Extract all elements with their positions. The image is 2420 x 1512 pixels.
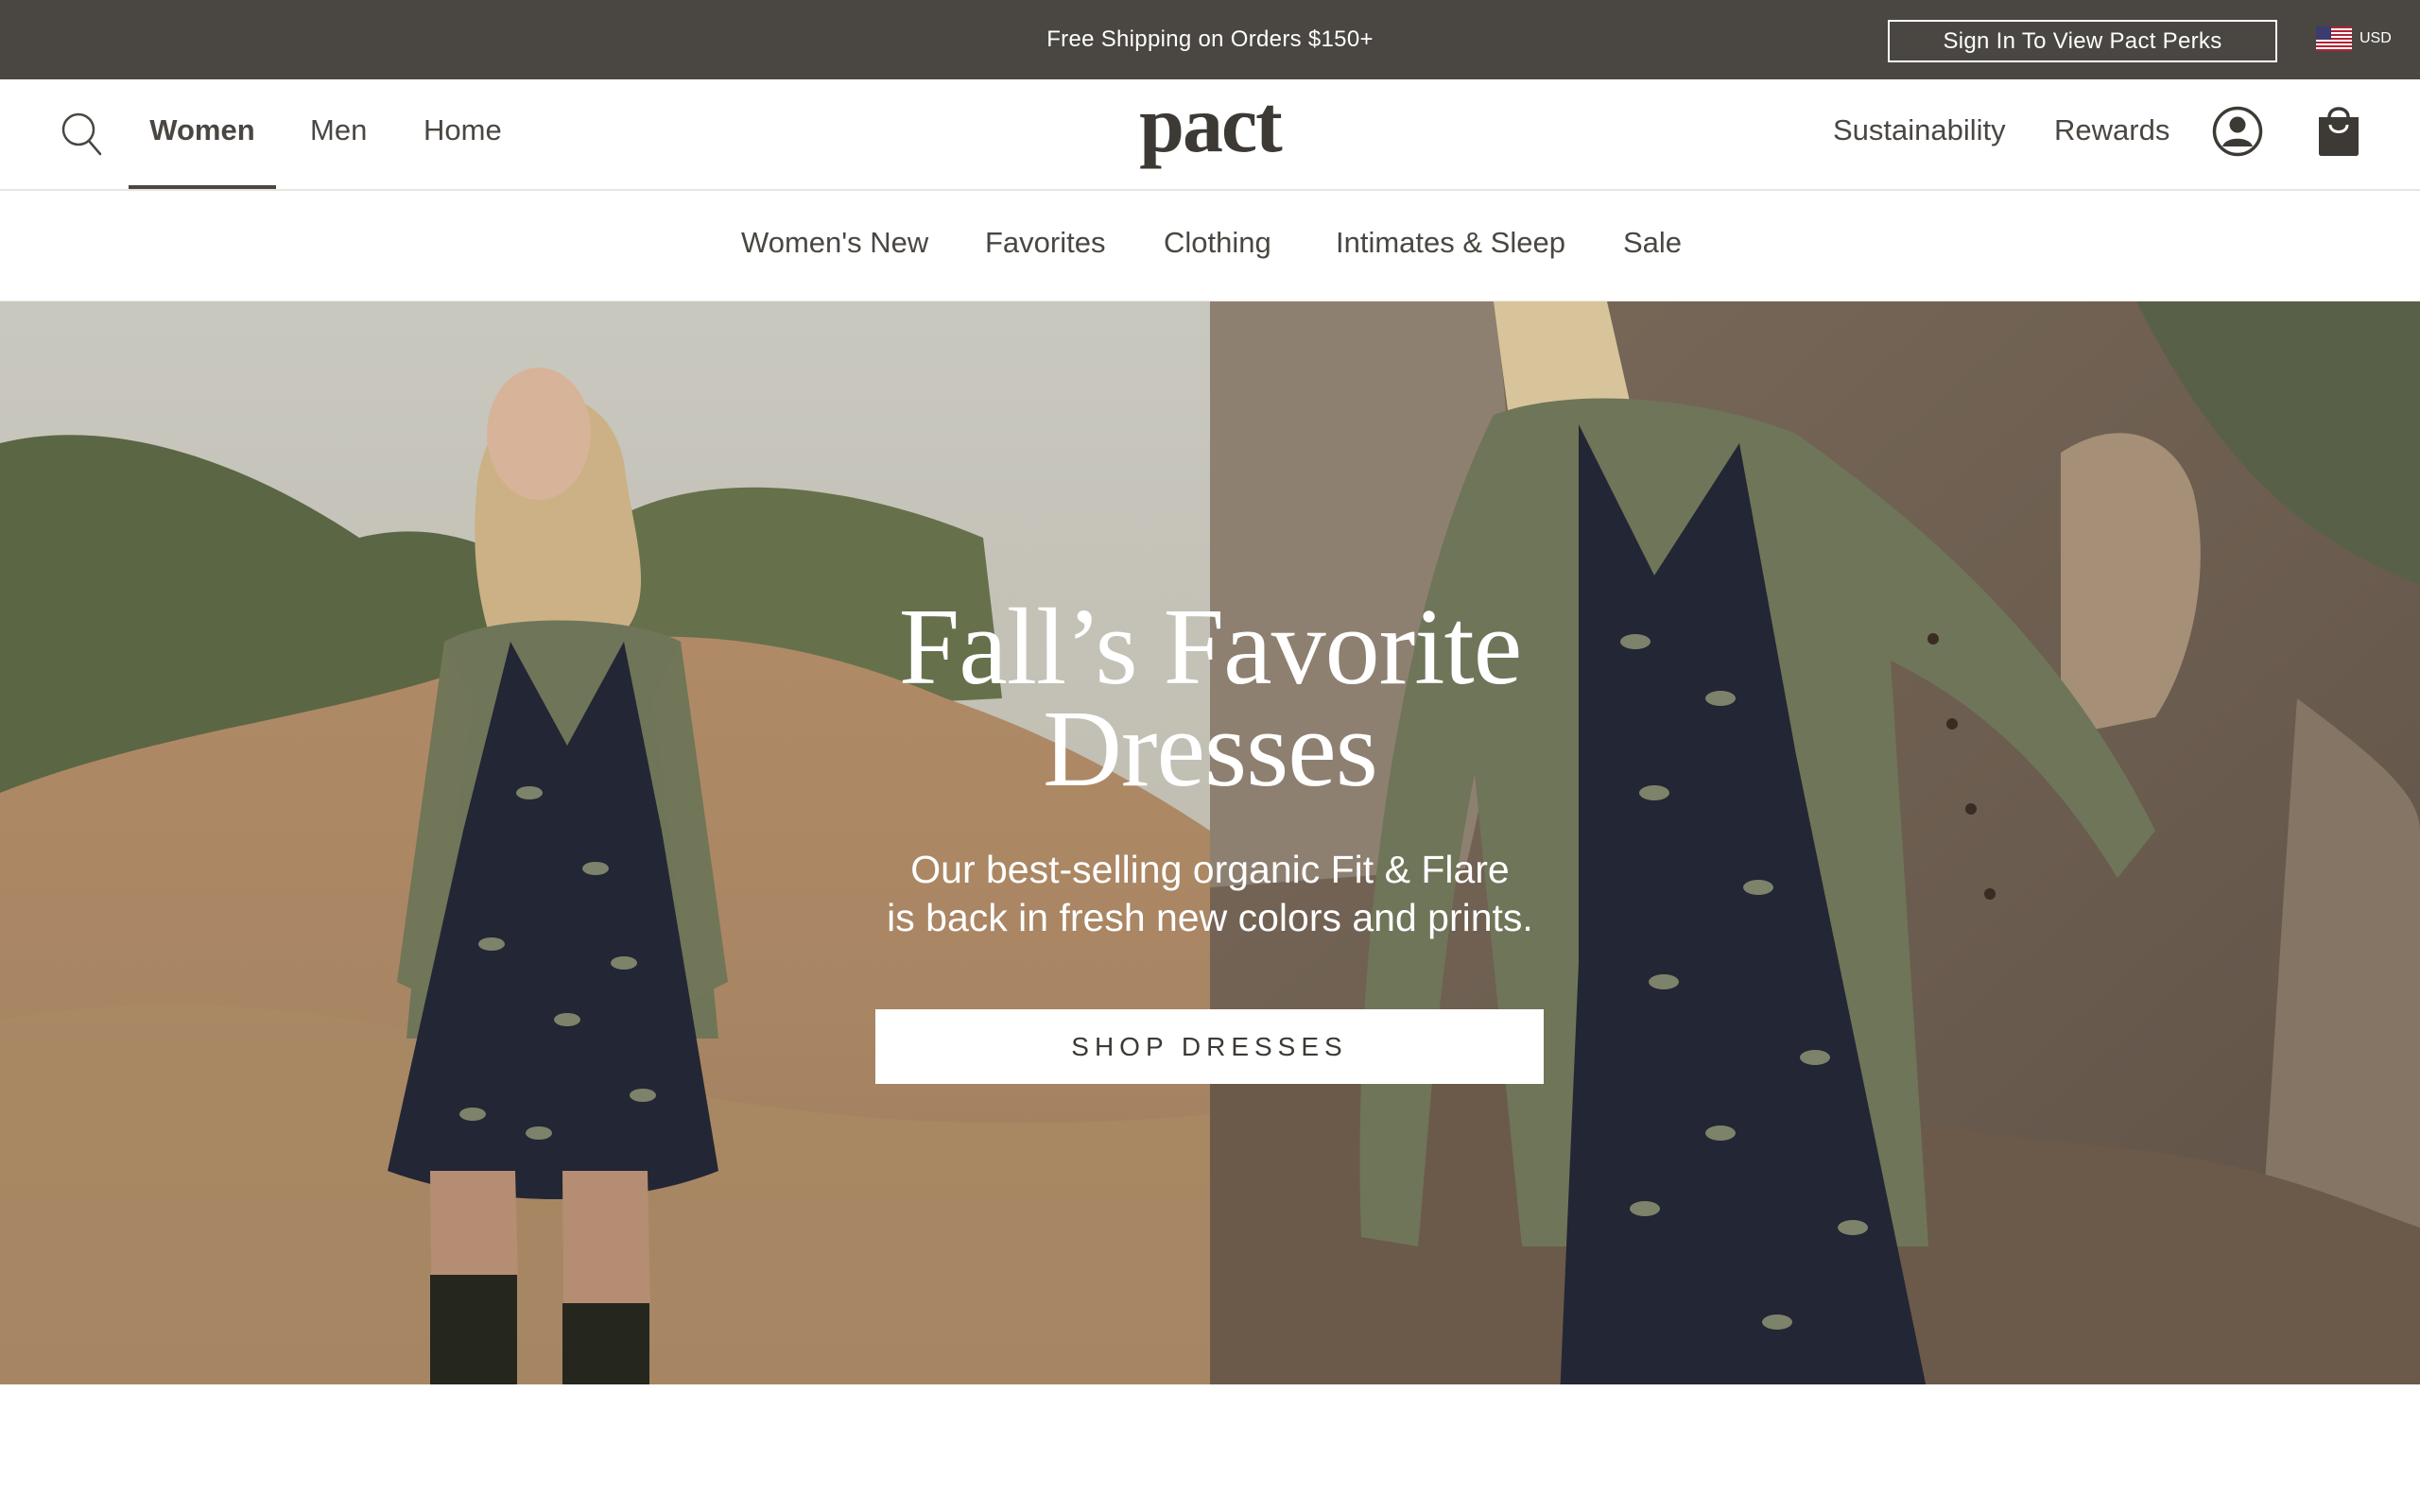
hero-image-left <box>0 301 1210 1384</box>
user-circle-icon[interactable] <box>2212 106 2263 157</box>
subnav-womens-new[interactable]: Women's New <box>741 191 928 301</box>
hero-title-line-2: Dresses <box>1043 689 1378 810</box>
nav-men[interactable]: Men <box>310 79 367 189</box>
us-flag-icon <box>2316 26 2352 51</box>
logo-text: pact <box>1139 87 1283 169</box>
nav-women[interactable]: Women <box>129 79 276 189</box>
hero-image-right <box>1210 301 2420 1384</box>
subnav-favorites[interactable]: Favorites <box>985 191 1105 301</box>
hero-title-line-1: Fall’s Favorite <box>898 587 1522 708</box>
nav-home[interactable]: Home <box>424 79 502 189</box>
nav-rewards[interactable]: Rewards <box>2054 79 2169 189</box>
nav-sustainability[interactable]: Sustainability <box>1833 79 2006 189</box>
subnav-intimates-sleep[interactable]: Intimates & Sleep <box>1336 191 1565 301</box>
search-icon[interactable] <box>60 111 102 158</box>
currency-label: USD <box>2360 30 2392 46</box>
hero-subtitle: Our best-selling organic Fit & Flare is … <box>737 846 1683 942</box>
currency-selector[interactable]: USD <box>2316 25 2392 53</box>
hero-title: Fall’s Favorite Dresses <box>737 587 1683 810</box>
main-navigation: Women Men Home pact Sustainability Rewar… <box>0 79 2420 191</box>
sign-in-perks-button[interactable]: Sign In To View Pact Perks <box>1888 20 2277 62</box>
hero-subtitle-line-1: Our best-selling organic Fit & Flare <box>910 848 1510 891</box>
announcement-bar: Free Shipping on Orders $150+ Sign In To… <box>0 0 2420 79</box>
shop-dresses-button[interactable]: SHOP DRESSES <box>875 1009 1544 1084</box>
subnav-clothing[interactable]: Clothing <box>1164 191 1271 301</box>
pact-logo[interactable]: pact <box>1115 87 1305 181</box>
subnav-sale[interactable]: Sale <box>1623 191 1682 301</box>
hero-subtitle-line-2: is back in fresh new colors and prints. <box>887 896 1533 939</box>
shopping-bag-icon[interactable] <box>2316 102 2361 157</box>
category-subnav: Women's New Favorites Clothing Intimates… <box>0 191 2420 301</box>
hero-banner[interactable]: Fall’s Favorite Dresses Our best-selling… <box>0 301 2420 1384</box>
